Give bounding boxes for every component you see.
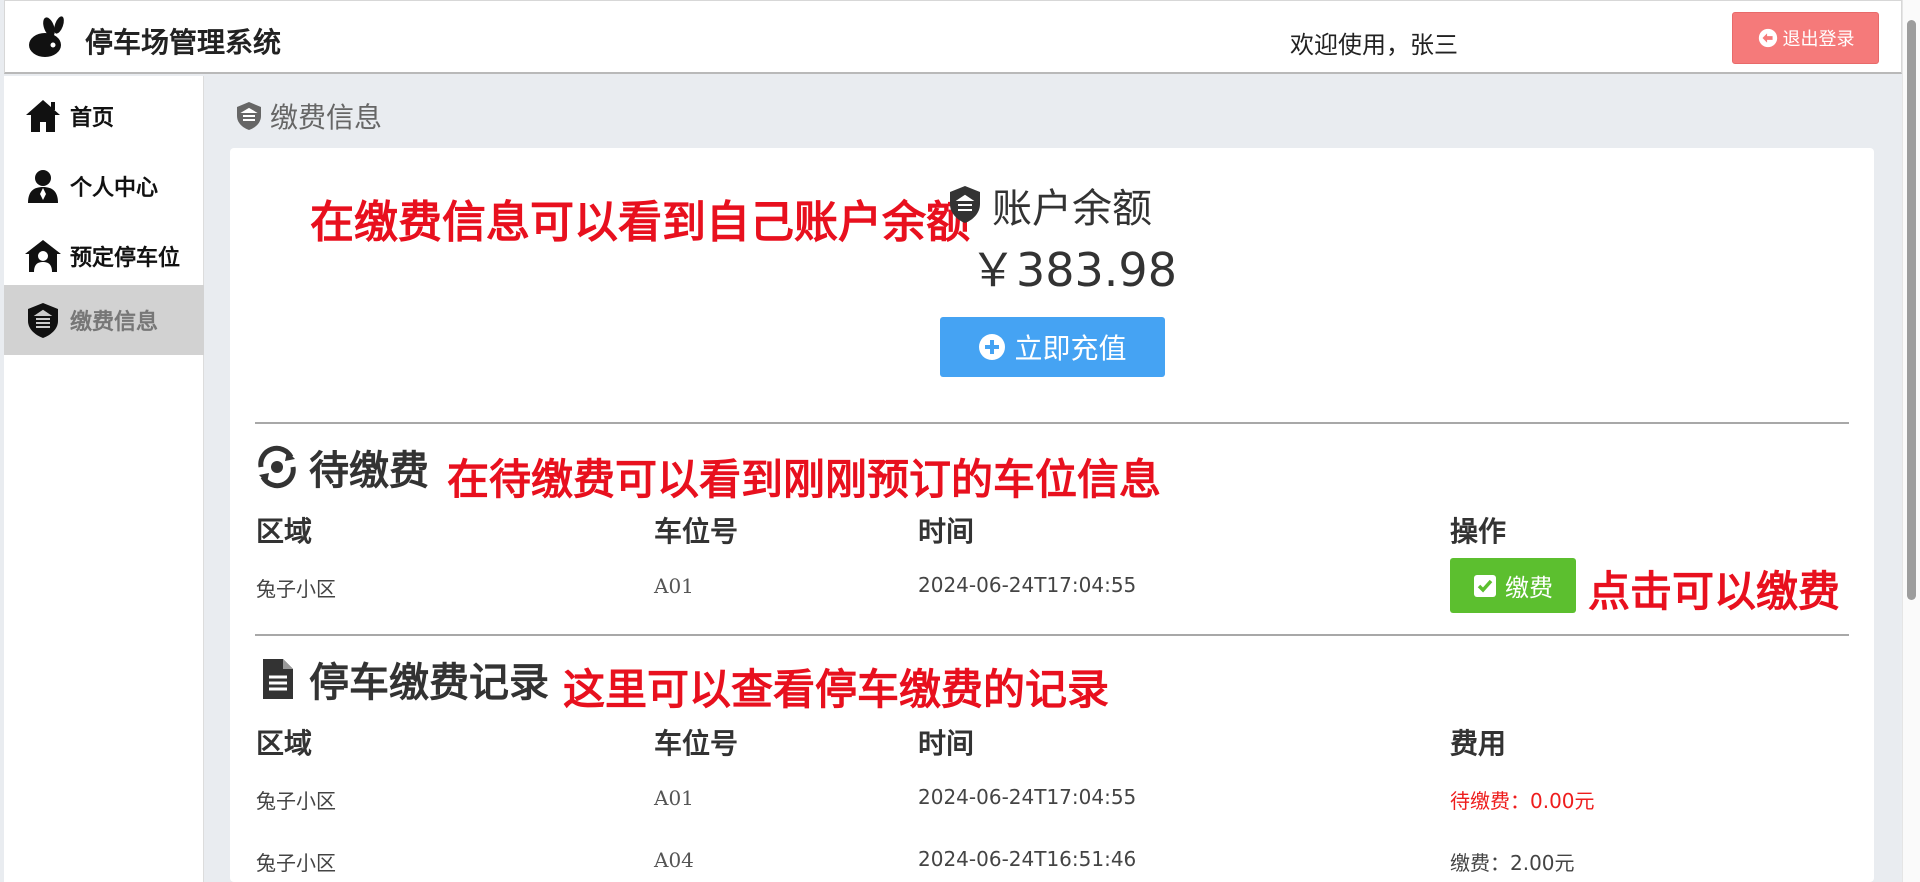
record-cell-fee: 缴费：2.00元 bbox=[1450, 851, 1575, 875]
parking-house-icon bbox=[25, 240, 61, 272]
balance-title: 账户余额 bbox=[948, 176, 1152, 234]
app-title: 停车场管理系统 bbox=[85, 26, 282, 59]
add-circle-icon bbox=[979, 334, 1006, 360]
pending-title: 待缴费 bbox=[255, 438, 429, 496]
recharge-label: 立即充值 bbox=[1014, 332, 1127, 365]
page-scrollbar[interactable] bbox=[1902, 0, 1920, 882]
sidebar-item-label: 预定停车位 bbox=[70, 246, 181, 271]
rabbit-logo-icon bbox=[29, 16, 64, 57]
record-cell-area: 兔子小区 bbox=[256, 851, 336, 875]
record-cell-area: 兔子小区 bbox=[256, 789, 336, 813]
home-icon bbox=[26, 100, 60, 132]
recharge-button[interactable]: 立即充值 bbox=[940, 317, 1165, 377]
logout-icon bbox=[1758, 28, 1777, 48]
sidebar-item-label: 缴费信息 bbox=[70, 310, 159, 335]
sidebar-item-profile[interactable]: 个人中心 bbox=[4, 151, 204, 221]
sidebar-item-home[interactable]: 首页 bbox=[4, 81, 204, 151]
payment-shield-icon bbox=[950, 186, 980, 223]
pending-cell-area: 兔子小区 bbox=[256, 577, 336, 601]
pending-header-action: 操作 bbox=[1450, 515, 1507, 548]
annotation-balance: 在缴费信息可以看到自己账户余额 bbox=[310, 197, 970, 248]
sidebar-item-label: 个人中心 bbox=[70, 176, 159, 201]
sidebar-item-label: 首页 bbox=[70, 106, 115, 131]
user-icon bbox=[28, 170, 58, 203]
payment-shield-icon bbox=[28, 303, 58, 338]
scrollbar-thumb[interactable] bbox=[1907, 20, 1916, 600]
divider bbox=[255, 422, 1849, 424]
record-cell-time: 2024-06-24T17:04:55 bbox=[918, 785, 1137, 809]
pending-header-time: 时间 bbox=[918, 515, 975, 548]
pending-header-area: 区域 bbox=[256, 515, 313, 548]
pay-label: 缴费 bbox=[1505, 574, 1553, 602]
record-cell-spot: A04 bbox=[654, 848, 694, 872]
records-header-spot: 车位号 bbox=[654, 727, 739, 760]
top-header: 停车场管理系统 欢迎使用，张三 退出登录 bbox=[4, 0, 1902, 74]
pending-cell-spot: A01 bbox=[654, 574, 694, 598]
record-cell-time: 2024-06-24T16:51:46 bbox=[918, 847, 1137, 871]
balance-amount: ￥383.98 bbox=[970, 243, 1177, 297]
divider bbox=[255, 634, 1849, 636]
sidebar: 首页 个人中心 预定停车位 缴费信息 bbox=[4, 76, 204, 882]
balance-title-label: 账户余额 bbox=[992, 186, 1152, 232]
annotation-pay: 点击可以缴费 bbox=[1588, 567, 1841, 616]
pending-header-spot: 车位号 bbox=[654, 515, 739, 548]
pending-cell-time: 2024-06-24T17:04:55 bbox=[918, 573, 1137, 597]
breadcrumb-label: 缴费信息 bbox=[270, 101, 383, 134]
records-header-area: 区域 bbox=[256, 727, 313, 760]
payment-shield-icon bbox=[237, 102, 261, 130]
logout-label: 退出登录 bbox=[1782, 29, 1855, 50]
checkbox-icon bbox=[1474, 574, 1496, 597]
pending-title-label: 待缴费 bbox=[309, 448, 429, 494]
records-header-fee: 费用 bbox=[1450, 727, 1507, 760]
breadcrumb: 缴费信息 bbox=[236, 96, 382, 136]
sidebar-item-payment[interactable]: 缴费信息 bbox=[4, 285, 204, 355]
sidebar-item-reserve[interactable]: 预定停车位 bbox=[4, 221, 204, 291]
logout-button[interactable]: 退出登录 bbox=[1732, 12, 1879, 64]
eye-refresh-icon bbox=[258, 445, 296, 489]
pay-button[interactable]: 缴费 bbox=[1450, 558, 1576, 613]
annotation-records: 这里可以查看停车缴费的记录 bbox=[563, 665, 1110, 714]
records-title-label: 停车缴费记录 bbox=[309, 660, 549, 706]
record-cell-fee: 待缴费：0.00元 bbox=[1450, 789, 1595, 813]
welcome-text: 欢迎使用，张三 bbox=[1290, 31, 1458, 59]
records-header-time: 时间 bbox=[918, 727, 975, 760]
record-cell-spot: A01 bbox=[654, 786, 694, 810]
document-icon bbox=[263, 659, 293, 699]
annotation-pending: 在待缴费可以看到刚刚预订的车位信息 bbox=[447, 455, 1162, 504]
records-title: 停车缴费记录 bbox=[255, 650, 549, 708]
